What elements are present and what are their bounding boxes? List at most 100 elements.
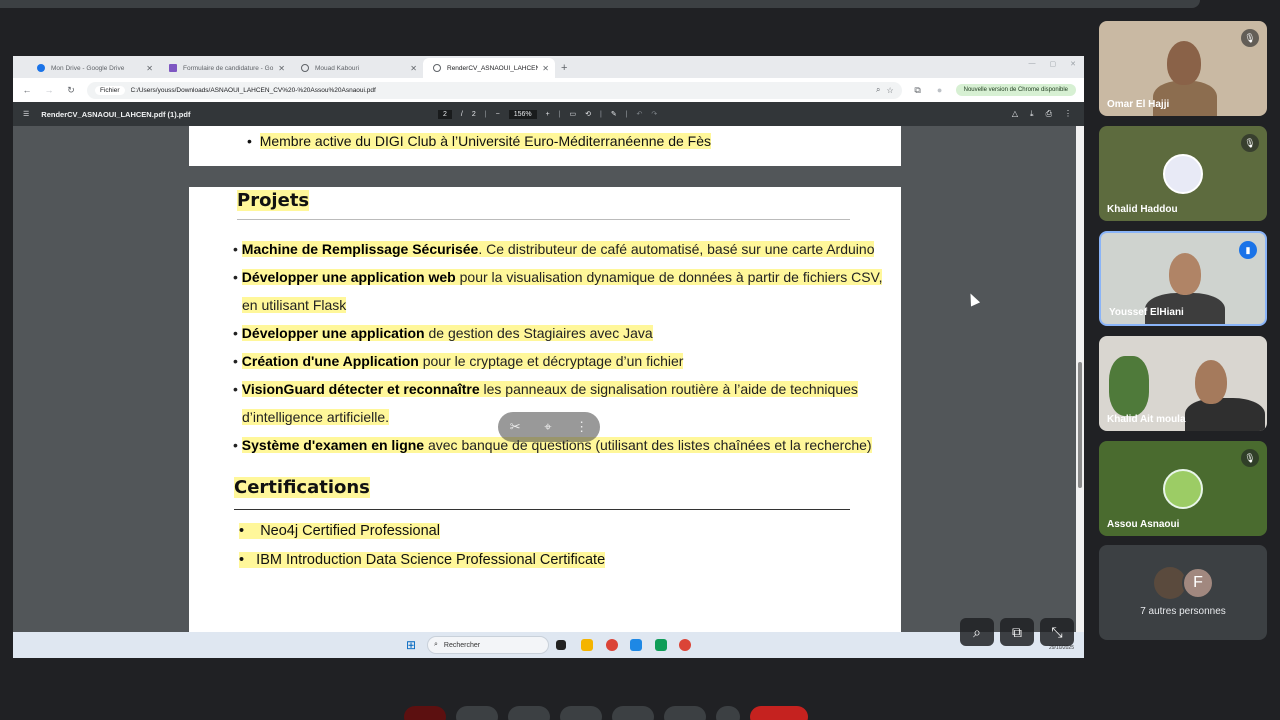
top-strip [0,0,1200,8]
minimize-icon[interactable]: — [1029,60,1036,68]
close-icon[interactable]: ✕ [410,64,417,73]
file-explorer-icon[interactable] [581,639,593,651]
captions-button[interactable] [508,706,550,720]
back-icon[interactable]: ← [21,85,33,95]
participant-name: Youssef ElHiani [1109,307,1184,318]
reactions-button[interactable] [664,706,706,720]
extensions-icon[interactable]: ⧉ [912,85,924,96]
search-icon: ⌕ [434,641,438,648]
download-icon[interactable]: ⤓ [1030,109,1034,119]
scroll-thumb[interactable] [1078,362,1082,488]
zoom-input[interactable]: 156% [508,109,537,119]
pdf-actions: △ ⤓ ⎙ ⋮ [1012,109,1072,119]
tab-mouad-kabouri[interactable]: Mouad Kabouri ✕ [291,58,423,78]
update-chrome-button[interactable]: Nouvelle version de Chrome disponible [955,84,1076,96]
meet-stage: Mon Drive - Google Drive ✕ Formulaire de… [0,0,1280,720]
others-label: 7 autres personnes [1140,606,1226,617]
project-item: • VisionGuard détecter et reconnaître le… [233,381,858,397]
annotate-icon[interactable]: ✎ [611,110,617,118]
windows-start-icon[interactable]: ⊞ [406,638,416,652]
minimize-share-icon[interactable]: ⤡ [1040,618,1074,646]
tab-label: Mon Drive - Google Drive [51,64,125,72]
present-button[interactable] [560,706,602,720]
pin-icon[interactable]: ⌖ [544,419,551,435]
participant-tile[interactable]: 🎙 Assou Asnaoui [1099,441,1267,536]
avatar: F [1182,567,1214,599]
mic-button[interactable] [404,706,446,720]
windows-taskbar: ⊞ ⌕ Rechercher 29/10/2025 [13,632,1084,658]
pdf-page-2: Projets • Machine de Remplissage Sécuris… [189,187,901,632]
drive-save-icon[interactable]: △ [1012,109,1018,119]
new-tab-button[interactable]: + [561,58,567,78]
more-options-icon[interactable]: ⋮ [575,419,588,435]
url-text[interactable]: C:/Users/youss/Downloads/ASNAOUI_LAHCEN_… [131,87,870,94]
page-separator: / [460,110,463,118]
participant-tile-active[interactable]: ▮ Youssef ElHiani [1099,231,1267,326]
chrome-profile-icon[interactable] [679,639,691,651]
project-item: • Machine de Remplissage Sécurisée. Ce d… [233,241,875,257]
page-number-input[interactable]: 2 [438,109,452,119]
certifications-rule [234,509,850,510]
tab-rendercv[interactable]: RenderCV_ASNAOUI_LAHCEN.p ✕ [423,58,555,78]
pdf-filename: RenderCV_ASNAOUI_LAHCEN.pdf (1).pdf [41,109,191,119]
url-box[interactable]: Fichier C:/Users/youss/Downloads/ASNAOUI… [87,81,902,99]
tab-google-drive[interactable]: Mon Drive - Google Drive ✕ [27,58,159,78]
undo-icon[interactable]: ↶ [637,110,643,118]
participant-tile[interactable]: 🎙 Omar El Hajji [1099,21,1267,116]
file-chip[interactable]: Fichier [95,85,125,95]
zoom-in-icon[interactable]: + [546,111,550,118]
more-options-icon[interactable]: ⋮ [1064,109,1072,119]
tab-label: Formulaire de candidature - Go [183,64,274,72]
menu-icon[interactable]: ☰ [23,110,29,118]
task-view-icon[interactable] [556,640,566,650]
maximize-icon[interactable]: ▢ [1050,60,1057,68]
rotate-icon[interactable]: ⟲ [585,110,591,118]
close-icon[interactable]: ✕ [278,64,285,73]
unpin-icon[interactable]: ✂ [510,419,521,435]
star-icon[interactable]: ☆ [886,86,893,95]
overflow-button[interactable] [716,706,740,720]
close-icon[interactable]: ✕ [542,64,549,73]
more-button[interactable] [612,706,654,720]
project-item-continuation: d’intelligence artificielle. [242,409,390,425]
close-icon[interactable]: ✕ [146,64,153,73]
avatar [1163,469,1203,509]
certification-item: • IBM Introduction Data Science Professi… [239,552,606,568]
mic-off-icon: 🎙 [1241,29,1259,47]
leave-call-button[interactable] [750,706,808,720]
reload-icon[interactable]: ↻ [65,85,77,96]
forward-icon[interactable]: → [43,85,55,95]
others-tile[interactable]: F 7 autres personnes [1099,545,1267,640]
chrome-icon[interactable] [606,639,618,651]
tab-label: Mouad Kabouri [315,64,360,72]
close-window-icon[interactable]: ✕ [1070,60,1076,68]
profile-icon[interactable]: ● [934,85,946,95]
vscode-icon[interactable] [630,639,642,651]
pdf-viewer[interactable]: • Membre active du DIGI Club à l’Univers… [13,126,1084,632]
tab-formulaire[interactable]: Formulaire de candidature - Go ✕ [159,58,291,78]
shared-screen: Mon Drive - Google Drive ✕ Formulaire de… [13,56,1084,658]
taskbar-search-label: Rechercher [443,641,481,649]
fit-page-icon[interactable]: ▭ [570,110,577,118]
plant [1109,356,1149,416]
meeting-controls [404,706,808,720]
taskbar-search[interactable]: ⌕ Rechercher [427,636,549,654]
participant-tile[interactable]: 🎙 Khalid Haddou [1099,126,1267,221]
popout-icon[interactable]: ⧉ [1000,618,1034,646]
zoom-share-icon[interactable]: ⌕ [960,618,994,646]
pdf-scrollbar[interactable] [1076,126,1084,632]
page-total: 2 [471,110,476,118]
notepad-icon[interactable] [655,639,667,651]
drive-icon [37,64,45,72]
zoom-out-icon[interactable]: − [496,111,500,118]
redo-icon[interactable]: ↷ [651,110,657,118]
address-bar-row: ← → ↻ Fichier C:/Users/youss/Downloads/A… [13,78,1084,102]
mic-off-icon: 🎙 [1241,449,1259,467]
print-icon[interactable]: ⎙ [1046,109,1052,119]
camera-button[interactable] [456,706,498,720]
zoom-icon[interactable]: ⌕ [876,85,880,95]
tab-label: RenderCV_ASNAOUI_LAHCEN.p [447,64,539,72]
participant-tile[interactable]: Khalid Ait moula [1099,336,1267,431]
avatar [1163,154,1203,194]
globe-icon [301,64,309,72]
